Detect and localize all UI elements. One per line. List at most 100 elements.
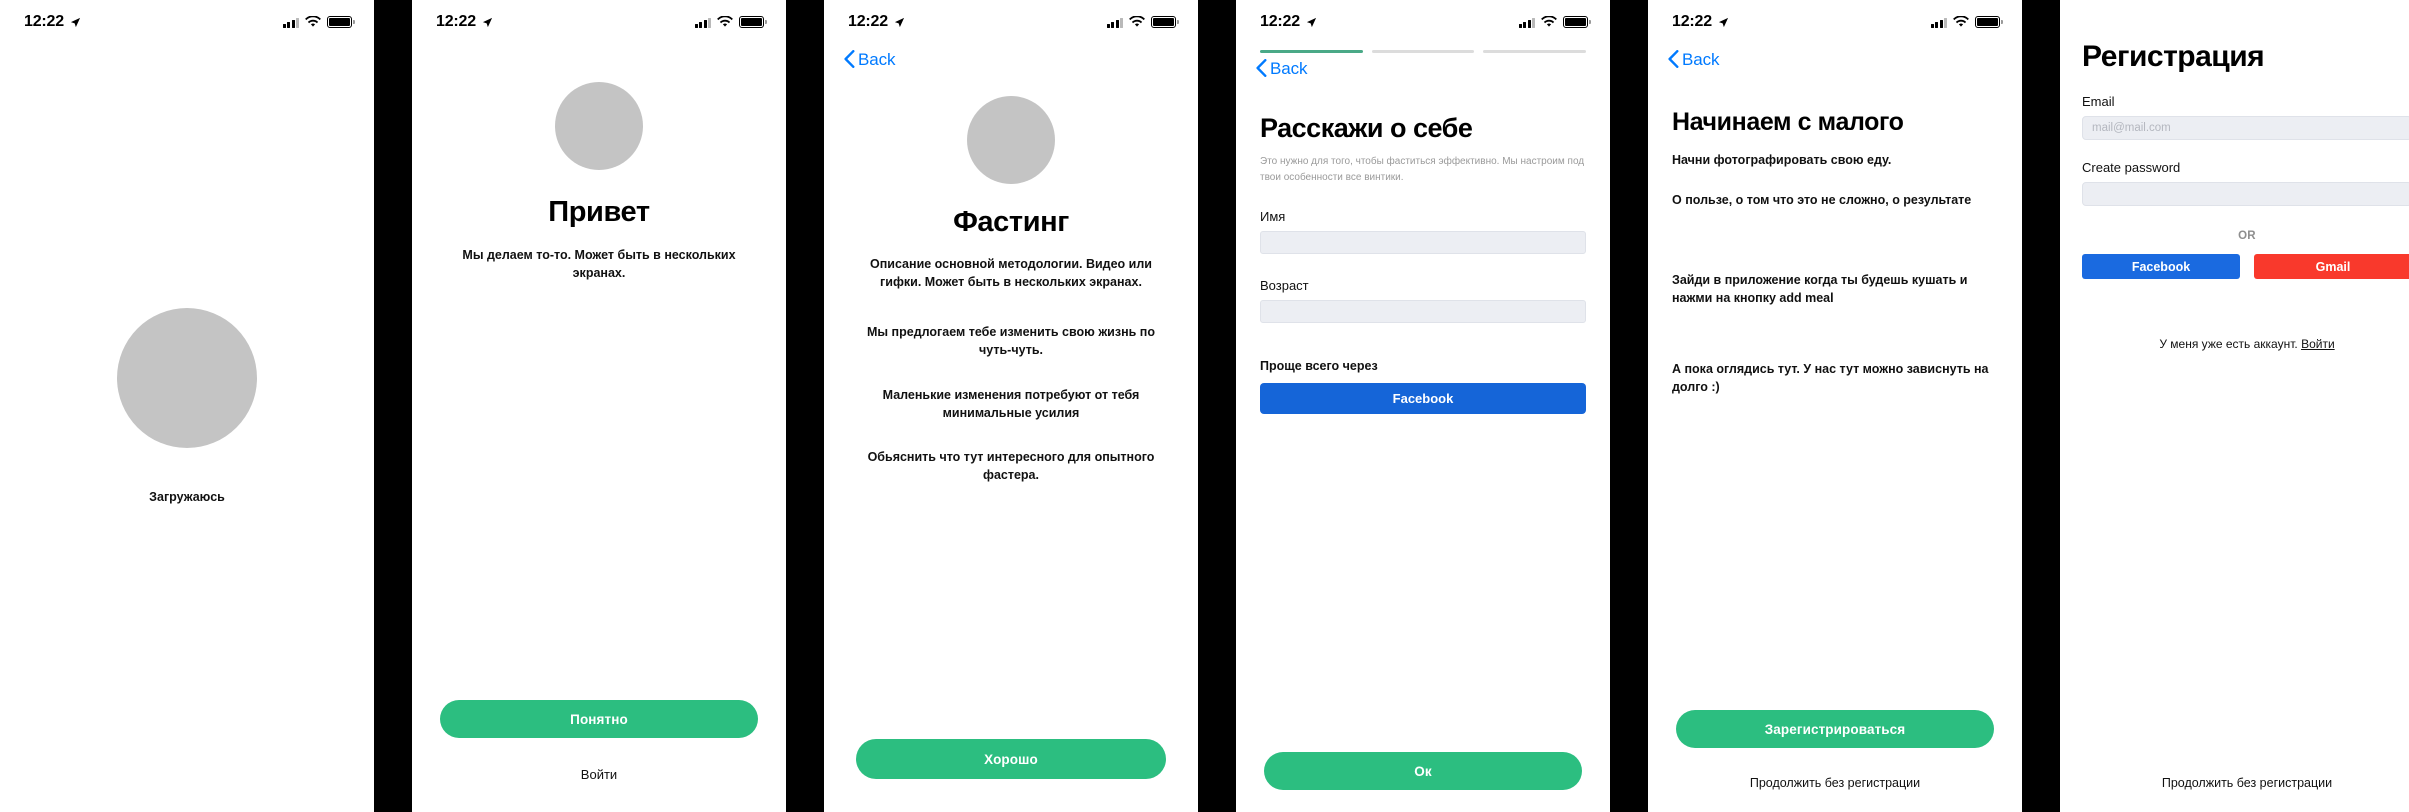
- back-button[interactable]: Back: [1648, 49, 1720, 69]
- skip-registration-container: Продолжить без регистрации: [2060, 776, 2409, 790]
- status-bar: 12:22: [824, 0, 1198, 44]
- loading-label: Загружаюсь: [149, 490, 225, 504]
- name-field-label: Имя: [1260, 209, 1286, 224]
- start-small-paragraph-1: Начни фотографировать свою еду.: [1672, 153, 1892, 167]
- skip-registration-link[interactable]: Продолжить без регистрации: [2060, 776, 2409, 790]
- screens-board: 12:22 Загружаюсь 12:22 Привет Мы делаем …: [0, 0, 2409, 812]
- phone-screen-fasting: 12:22 Back Фастинг Описание основной мет…: [824, 0, 1198, 812]
- location-arrow-icon: [1306, 17, 1317, 27]
- back-button[interactable]: Back: [1236, 58, 1308, 78]
- progress-step-3: [1483, 50, 1587, 53]
- status-bar-right: [1930, 16, 2003, 28]
- register-button[interactable]: Зарегистрироваться: [1676, 710, 1994, 748]
- status-bar-left: 12:22: [1260, 14, 1317, 30]
- status-bar-right: [1106, 16, 1179, 28]
- page-title: Начинаем с малого: [1672, 108, 1904, 136]
- battery-icon: [1151, 16, 1179, 28]
- phone-screen-splash: 12:22 Загружаюсь: [0, 0, 374, 812]
- status-bar-left: 12:22: [1672, 14, 1729, 30]
- fasting-paragraph-2: Мы предлогаем тебе изменить свою жизнь п…: [867, 325, 1155, 358]
- frame-gap: [1610, 0, 1648, 812]
- start-small-paragraph-3: Зайди в приложение когда ты будешь кушат…: [1672, 273, 1968, 306]
- cellular-signal-icon: [1106, 17, 1123, 28]
- status-time: 12:22: [1672, 13, 1712, 30]
- location-arrow-icon: [482, 17, 493, 27]
- progress-step-2: [1371, 50, 1475, 53]
- start-small-paragraph-2: О пользе, о том что это не сложно, о рез…: [1672, 193, 1972, 208]
- cellular-signal-icon: [1930, 17, 1947, 28]
- page-title: Привет: [548, 196, 650, 228]
- status-bar: 12:22: [1236, 0, 1610, 44]
- chevron-left-icon: [844, 50, 855, 68]
- ok-good-button[interactable]: Хорошо: [856, 739, 1166, 779]
- existing-account-text: У меня уже есть аккаунт.: [2159, 337, 2298, 351]
- status-time: 12:22: [1260, 13, 1300, 30]
- phone-screen-welcome: 12:22 Привет Мы делаем то-то. Может быть…: [412, 0, 786, 812]
- back-label: Back: [1270, 58, 1308, 78]
- progress-indicator: [1236, 50, 1610, 53]
- login-link[interactable]: Войти: [440, 767, 758, 782]
- social-buttons-row: Facebook Gmail: [2060, 254, 2409, 279]
- page-title: Фастинг: [953, 206, 1069, 238]
- cellular-signal-icon: [1518, 17, 1535, 28]
- login-link[interactable]: Войти: [2301, 337, 2335, 351]
- phone-screen-about-you: 12:22 Back Расскажи о себе Это нужно для…: [1236, 0, 1610, 812]
- chevron-left-icon: [1256, 59, 1267, 77]
- page-title: Расскажи о себе: [1260, 113, 1473, 143]
- status-time: 12:22: [436, 13, 476, 30]
- chevron-left-icon: [1668, 50, 1679, 68]
- battery-icon: [739, 16, 767, 28]
- facebook-button[interactable]: Facebook: [1260, 383, 1586, 414]
- status-bar-right: [1518, 16, 1591, 28]
- existing-account-row: У меня уже есть аккаунт. Войти: [2060, 337, 2409, 351]
- wifi-icon: [717, 16, 733, 27]
- status-bar-left: 12:22: [436, 14, 493, 30]
- fasting-image-placeholder: [967, 96, 1055, 184]
- status-bar-right: [694, 16, 767, 28]
- fasting-paragraph-3: Маленькие изменения потребуют от тебя ми…: [882, 387, 1140, 420]
- location-arrow-icon: [894, 17, 905, 27]
- skip-registration-container: Продолжить без регистрации: [1648, 776, 2022, 790]
- status-time: 12:22: [848, 13, 888, 30]
- skip-registration-link[interactable]: Продолжить без регистрации: [1648, 776, 2022, 790]
- wifi-icon: [1129, 16, 1145, 27]
- welcome-content: Привет Мы делаем то-то. Может быть в нес…: [412, 44, 786, 282]
- status-bar: 12:22: [412, 0, 786, 44]
- password-field-label: Create password: [2082, 160, 2181, 175]
- back-label: Back: [1682, 49, 1720, 69]
- welcome-image-placeholder: [555, 82, 643, 170]
- welcome-body-text: Мы делаем то-то. Может быть в нескольких…: [462, 248, 736, 281]
- email-field-label: Email: [2082, 94, 2115, 109]
- fasting-paragraph-4: Обьяснить что тут интересного для опытно…: [867, 449, 1155, 482]
- facebook-button[interactable]: Facebook: [2082, 254, 2240, 279]
- location-arrow-icon: [1718, 17, 1729, 27]
- wifi-icon: [1953, 16, 1969, 27]
- name-input[interactable]: [1260, 231, 1586, 254]
- frame-gap: [2022, 0, 2060, 812]
- welcome-actions: Понятно Войти: [440, 700, 758, 782]
- age-input[interactable]: [1260, 300, 1586, 323]
- password-field[interactable]: [2082, 182, 2409, 206]
- understood-button[interactable]: Понятно: [440, 700, 758, 738]
- wifi-icon: [1541, 16, 1557, 27]
- gmail-button[interactable]: Gmail: [2254, 254, 2409, 279]
- page-title: Регистрация: [2082, 40, 2265, 73]
- frame-gap: [786, 0, 824, 812]
- back-label: Back: [858, 49, 896, 69]
- email-field[interactable]: mail@mail.com: [2082, 116, 2409, 140]
- ok-button[interactable]: Ок: [1264, 752, 1582, 790]
- social-hint-label: Проще всего через: [1260, 359, 1378, 373]
- status-bar: 12:22: [1648, 0, 2022, 44]
- phone-screen-registration: Регистрация Email mail@mail.com Create p…: [2060, 0, 2409, 812]
- splash-logo-placeholder: [117, 308, 257, 448]
- age-field-label: Возраст: [1260, 278, 1309, 293]
- battery-icon: [1975, 16, 2003, 28]
- phone-screen-start-small: 12:22 Back Начинаем с малого Начни фотог…: [1648, 0, 2022, 812]
- fasting-paragraph-1: Описание основной методологии. Видео или…: [870, 257, 1152, 290]
- start-small-paragraph-4: А пока оглядись тут. У нас тут можно зав…: [1672, 361, 1989, 394]
- back-button[interactable]: Back: [824, 49, 896, 69]
- battery-icon: [1563, 16, 1591, 28]
- cellular-signal-icon: [694, 17, 711, 28]
- splash-content: Загружаюсь: [0, 0, 374, 812]
- progress-step-1: [1260, 50, 1363, 53]
